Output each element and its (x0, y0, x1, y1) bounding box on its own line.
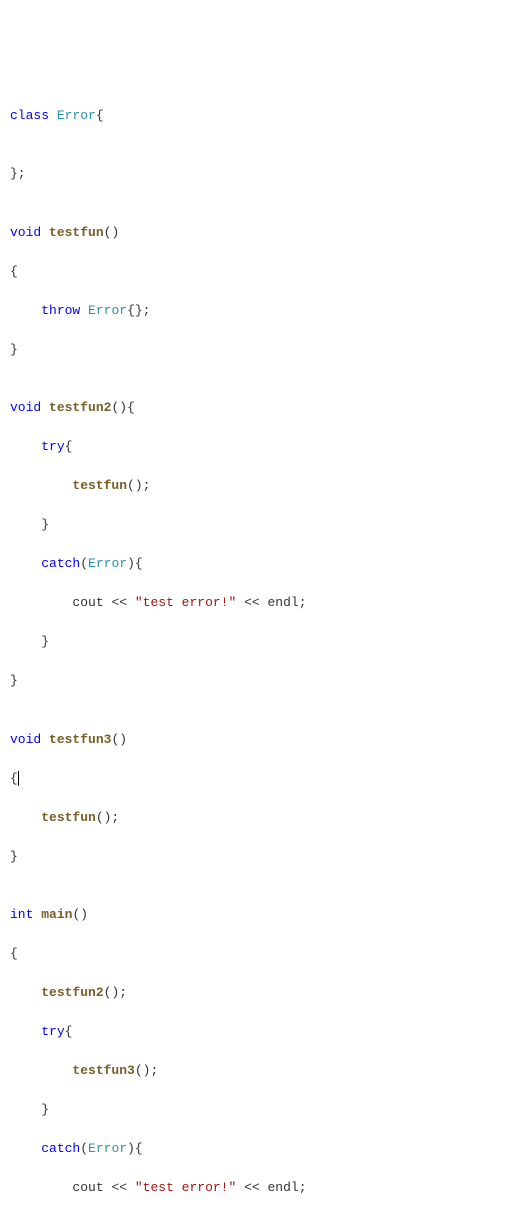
code-block: class Error{ }; void testfun() { throw E… (10, 86, 512, 1206)
code-line: cout << "test error!" << endl; (10, 1178, 512, 1198)
code-line: testfun(); (10, 808, 512, 828)
code-line: catch(Error){ (10, 1139, 512, 1159)
type-error: Error (88, 556, 127, 571)
code-line: void testfun() (10, 223, 512, 243)
code-line: catch(Error){ (10, 554, 512, 574)
id-endl: endl (268, 1180, 299, 1195)
code-line: int main() (10, 905, 512, 925)
keyword-void: void (10, 400, 41, 415)
call-testfun: testfun (41, 810, 96, 825)
func-testfun2: testfun2 (49, 400, 111, 415)
text-cursor (18, 771, 19, 786)
id-cout: cout (72, 1180, 103, 1195)
func-testfun3: testfun3 (49, 732, 111, 747)
keyword-throw: throw (41, 303, 80, 318)
keyword-void: void (10, 225, 41, 240)
type-error: Error (88, 1141, 127, 1156)
keyword-int: int (10, 907, 33, 922)
type-error: Error (57, 108, 96, 123)
keyword-void: void (10, 732, 41, 747)
call-testfun3: testfun3 (72, 1063, 134, 1078)
code-line: try{ (10, 437, 512, 457)
code-line: } (10, 515, 512, 535)
code-line: } (10, 847, 512, 867)
code-line: testfun3(); (10, 1061, 512, 1081)
call-testfun2: testfun2 (41, 985, 103, 1000)
type-error: Error (88, 303, 127, 318)
code-line: void testfun2(){ (10, 398, 512, 418)
code-line: }; (10, 164, 512, 184)
code-line: } (10, 340, 512, 360)
keyword-class: class (10, 108, 49, 123)
code-line: } (10, 1100, 512, 1120)
code-line: { (10, 944, 512, 964)
code-line: testfun2(); (10, 983, 512, 1003)
code-line: { (10, 769, 512, 789)
keyword-catch: catch (41, 1141, 80, 1156)
code-line: try{ (10, 1022, 512, 1042)
keyword-catch: catch (41, 556, 80, 571)
code-line: { (10, 262, 512, 282)
string-literal: "test error!" (135, 1180, 236, 1195)
code-line: testfun(); (10, 476, 512, 496)
func-testfun: testfun (49, 225, 104, 240)
code-line: throw Error{}; (10, 301, 512, 321)
keyword-try: try (41, 439, 64, 454)
code-line: } (10, 632, 512, 652)
code-line: } (10, 671, 512, 691)
keyword-try: try (41, 1024, 64, 1039)
code-line: void testfun3() (10, 730, 512, 750)
func-main: main (41, 907, 72, 922)
code-line: class Error{ (10, 106, 512, 126)
call-testfun: testfun (72, 478, 127, 493)
